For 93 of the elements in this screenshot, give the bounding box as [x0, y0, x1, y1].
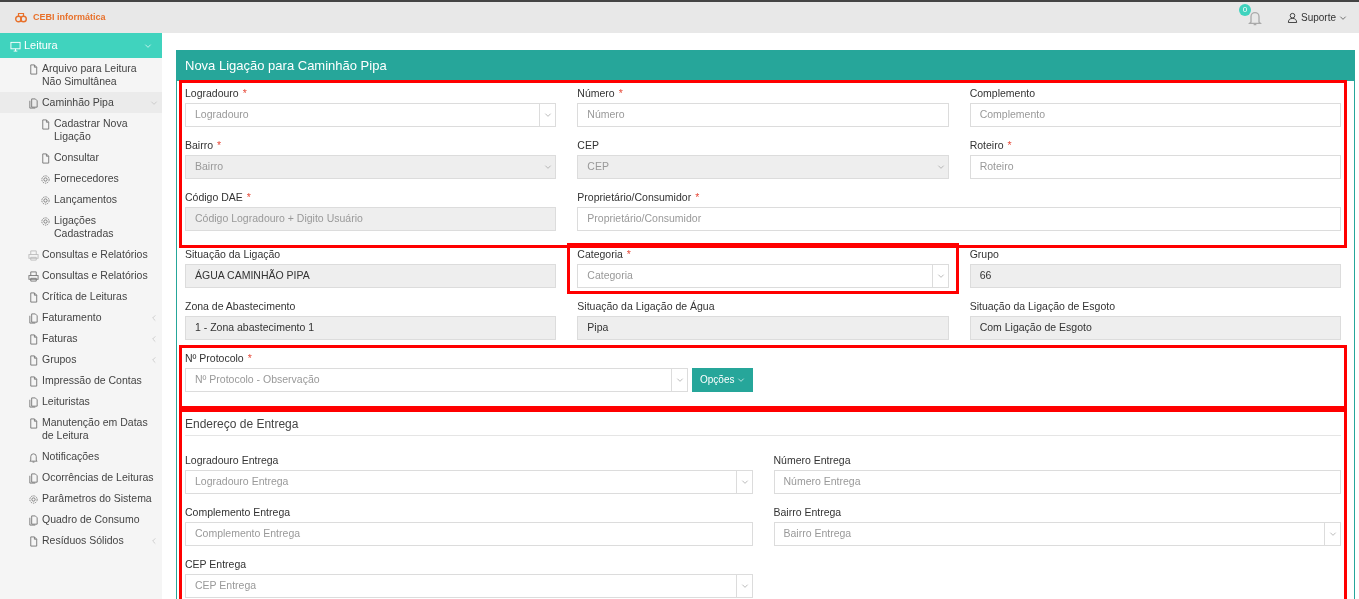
- input-field: ÁGUA CAMINHÃO PIPA: [185, 263, 557, 288]
- documents-icon: [28, 515, 39, 526]
- field-label: Logradouro Entrega: [185, 452, 279, 467]
- monitor-icon: [10, 41, 21, 52]
- chevron-left-icon: [150, 334, 158, 343]
- field-label: Código DAE *: [185, 189, 251, 204]
- printer-icon: [28, 250, 39, 261]
- printer-icon: [28, 271, 39, 282]
- chevron-left-icon: [150, 313, 158, 322]
- chevron-down-icon: [544, 110, 553, 119]
- chevron-left-icon: [150, 355, 158, 364]
- sidebar-item[interactable]: Consultas e Relatórios: [0, 265, 162, 286]
- sidebar-item[interactable]: Grupos: [0, 349, 162, 370]
- sidebar-item[interactable]: Parâmetros do Sistema: [0, 488, 162, 509]
- sidebar-item[interactable]: Caminhão Pipa: [0, 92, 162, 113]
- document-icon: [28, 536, 39, 547]
- field-label: Categoria *: [577, 246, 631, 261]
- chevron-down-icon: [1339, 13, 1347, 22]
- sidebar-item[interactable]: Lançamentos: [0, 189, 162, 210]
- gear-icon: [40, 195, 51, 206]
- field-label: Número Entrega: [773, 452, 851, 467]
- logo-icon: [12, 11, 30, 24]
- sidebar-item[interactable]: Fornecedores: [0, 168, 162, 189]
- chevron-down-icon: [676, 375, 685, 384]
- sidebar-item[interactable]: Faturas: [0, 328, 162, 349]
- field-label: Roteiro *: [969, 137, 1012, 152]
- field-label: Número *: [577, 85, 623, 100]
- gear-icon: [40, 174, 51, 185]
- user-menu[interactable]: Suporte: [1286, 10, 1347, 25]
- sidebar-item[interactable]: Crítica de Leituras: [0, 286, 162, 307]
- chevron-left-icon: [150, 536, 158, 545]
- sidebar-item[interactable]: Ocorrências de Leituras: [0, 467, 162, 488]
- select-field: CEP: [577, 154, 949, 179]
- document-icon: [28, 334, 39, 345]
- field-label: Situação da Ligação de Água: [577, 298, 715, 313]
- sidebar-item[interactable]: Arquivo para Leitura Não Simultânea: [0, 58, 162, 92]
- gear-icon: [40, 216, 51, 227]
- chevron-down-icon: [740, 581, 749, 590]
- documents-icon: [28, 313, 39, 324]
- panel-title: Nova Ligação para Caminhão Pipa: [177, 51, 1354, 81]
- document-icon: [28, 418, 39, 429]
- input-field: 66: [969, 263, 1341, 288]
- chevron-down-icon: [544, 162, 553, 171]
- field-label: Bairro *: [185, 137, 222, 152]
- sidebar-item[interactable]: Manutenção em Datas de Leitura: [0, 412, 162, 446]
- notification-count: 0: [1238, 3, 1251, 16]
- sidebar-item[interactable]: Cadastrar Nova Ligação: [0, 113, 162, 147]
- document-icon: [28, 376, 39, 387]
- sidebar-item[interactable]: Consultar: [0, 147, 162, 168]
- field-label: Complemento: [969, 85, 1036, 100]
- chevron-down-icon: [1329, 529, 1337, 538]
- select-field: Bairro: [185, 154, 557, 179]
- documents-icon: [28, 98, 39, 109]
- user-icon: [1286, 12, 1298, 23]
- input-field: Pipa: [577, 315, 949, 340]
- gear-icon: [28, 494, 39, 505]
- field-label: CEP: [577, 137, 599, 152]
- field-label: Situação da Ligação: [185, 246, 281, 261]
- document-icon: [40, 119, 51, 130]
- sidebar-item[interactable]: Consultas e Relatórios: [0, 244, 162, 265]
- sidebar-item[interactable]: Notificações: [0, 446, 162, 467]
- field-label: Grupo: [969, 246, 999, 261]
- field-label: Situação da Ligação de Esgoto: [969, 298, 1115, 313]
- documents-icon: [28, 397, 39, 408]
- field-label: Logradouro *: [185, 85, 247, 100]
- field-label: Zona de Abastecimento: [185, 298, 296, 313]
- sidebar-item[interactable]: Leituristas: [0, 391, 162, 412]
- sidebar-item[interactable]: Faturamento: [0, 307, 162, 328]
- sidebar-item[interactable]: Resíduos Sólidos: [0, 530, 162, 551]
- chevron-down-icon: [740, 477, 749, 486]
- section-title: Endereço de Entrega: [185, 414, 1341, 436]
- input-field: Com Ligação de Esgoto: [969, 315, 1341, 340]
- bell-icon: [1246, 9, 1263, 26]
- chevron-down-icon: [936, 271, 945, 280]
- document-icon: [28, 292, 39, 303]
- document-icon: [28, 64, 39, 75]
- sidebar-item[interactable]: Impressão de Contas: [0, 370, 162, 391]
- field-label: Nº Protocolo *: [185, 350, 252, 365]
- field-label: Proprietário/Consumidor *: [577, 189, 700, 204]
- field-label: Bairro Entrega: [773, 504, 842, 519]
- document-icon: [40, 153, 51, 164]
- sidebar-item[interactable]: Quadro de Consumo: [0, 509, 162, 530]
- documents-icon: [28, 473, 39, 484]
- input-field: Código Logradouro + Digito Usuário: [185, 206, 557, 231]
- bell-icon: [28, 452, 39, 463]
- field-label: Complemento Entrega: [185, 504, 291, 519]
- sidebar-item[interactable]: Ligações Cadastradas: [0, 210, 162, 244]
- document-icon: [28, 355, 39, 366]
- chevron-down-icon: [736, 375, 745, 384]
- input-field: 1 - Zona abastecimento 1: [185, 315, 557, 340]
- field-label: CEP Entrega: [185, 556, 247, 571]
- chevron-down-icon: [936, 162, 945, 171]
- chevron-down-icon: [144, 41, 152, 50]
